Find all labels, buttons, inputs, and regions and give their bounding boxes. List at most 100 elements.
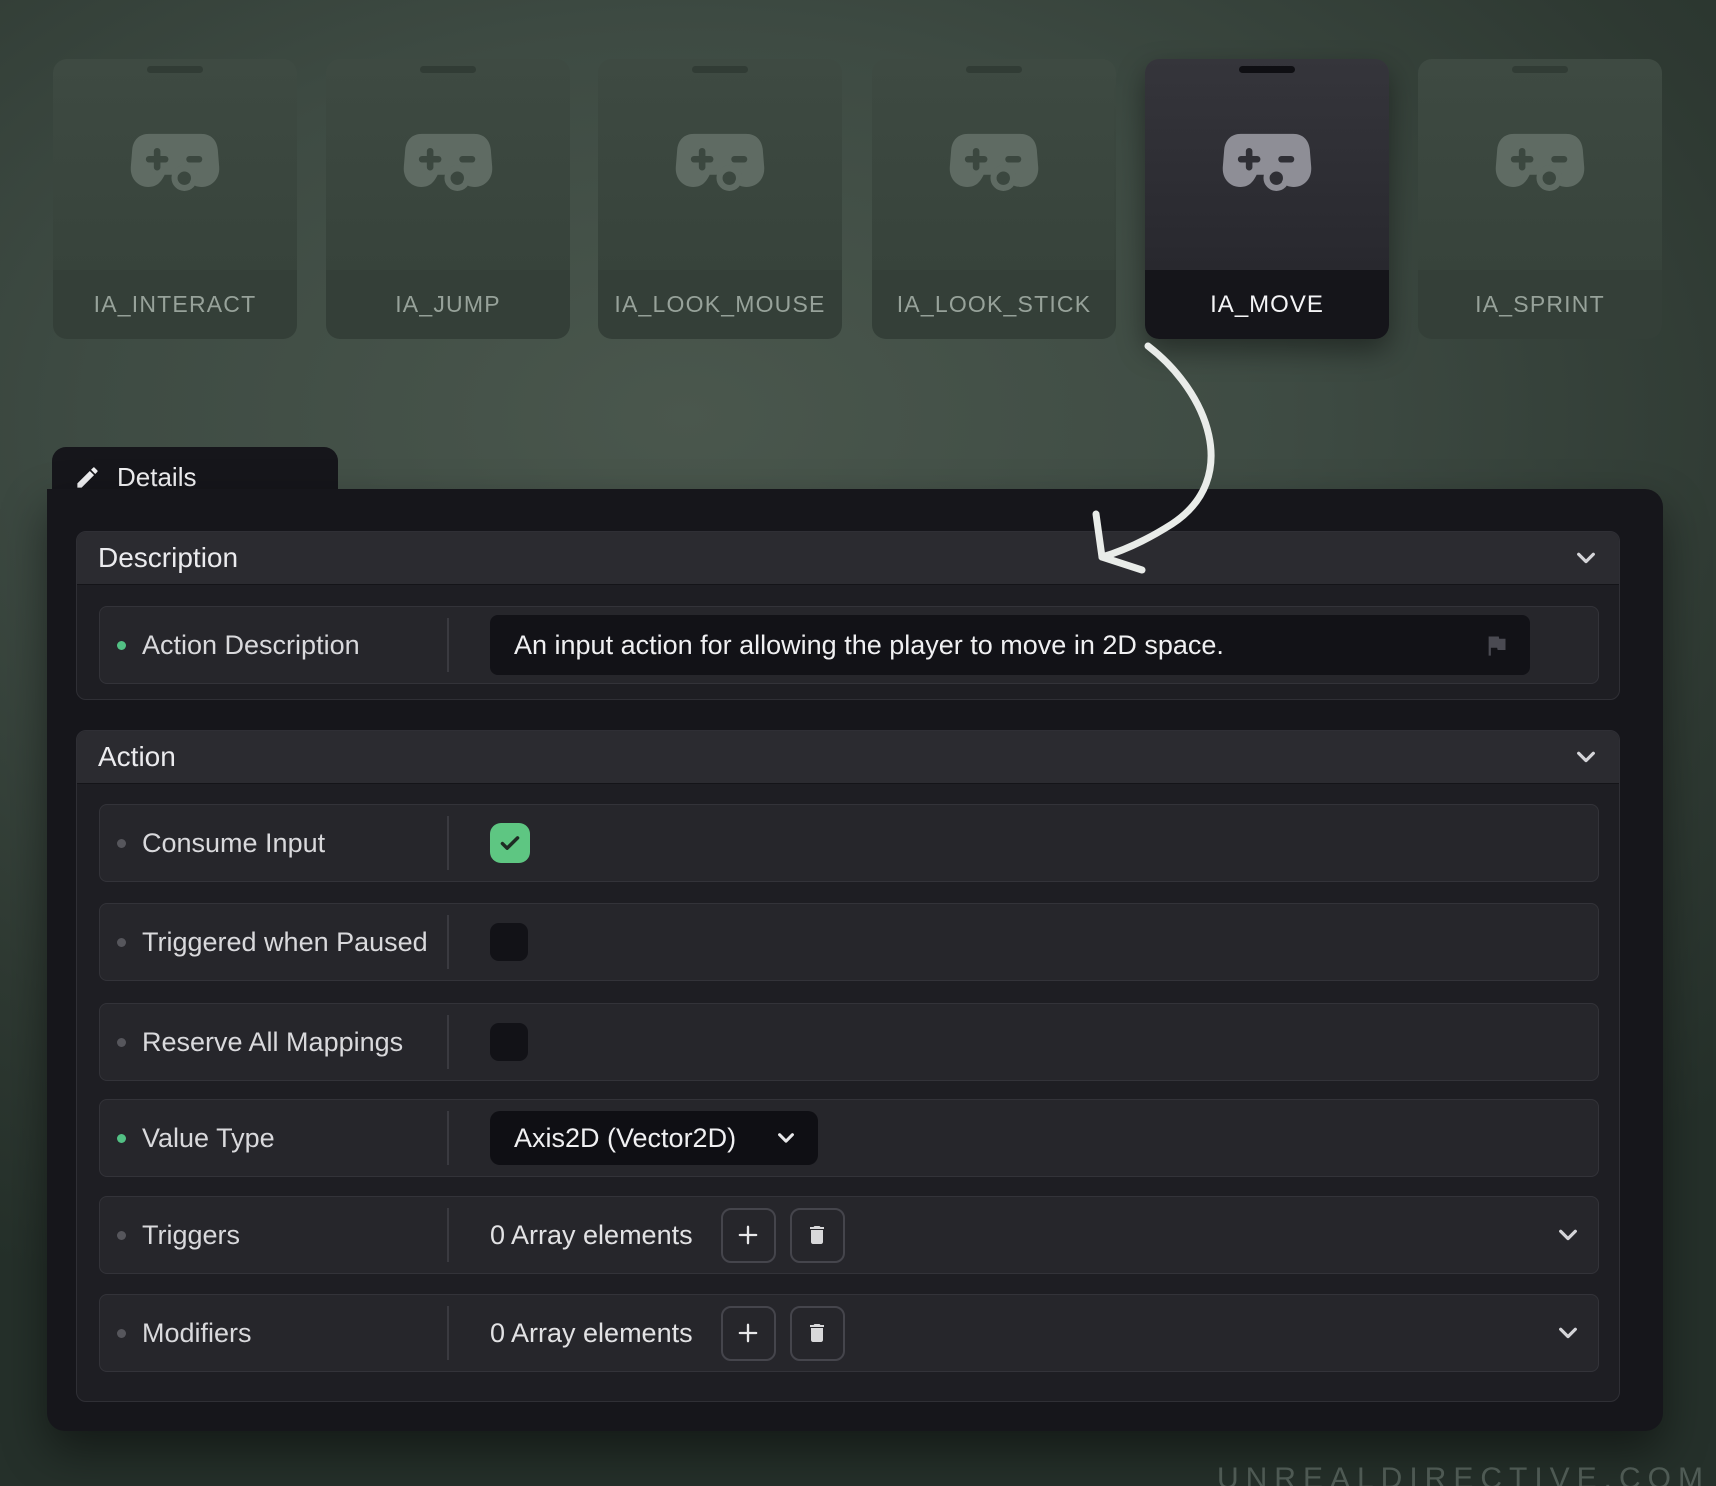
details-tab-label: Details (117, 462, 196, 493)
property-label: Reserve All Mappings (100, 1027, 447, 1058)
property-value (449, 923, 1598, 961)
plus-icon (734, 1319, 762, 1347)
property-label: Triggered when Paused (100, 927, 447, 958)
modifiers-row: Modifiers 0 Array elements (99, 1294, 1599, 1372)
property-label-text: Value Type (142, 1123, 275, 1154)
triggered-when-paused-checkbox[interactable] (490, 923, 528, 961)
value-type-row: Value Type Axis2D (Vector2D) (99, 1099, 1599, 1177)
asset-type-dash (1512, 66, 1568, 73)
property-dot (117, 839, 126, 848)
asset-thumbnail (1418, 59, 1662, 270)
asset-card-ia-look-stick[interactable]: IA_LOOK_STICK (872, 59, 1116, 339)
property-label: Value Type (100, 1123, 447, 1154)
property-dot (117, 1038, 126, 1047)
triggers-row: Triggers 0 Array elements (99, 1196, 1599, 1274)
section-title: Action (98, 741, 176, 773)
property-label-text: Triggers (142, 1220, 240, 1251)
asset-card-ia-sprint[interactable]: IA_SPRINT (1418, 59, 1662, 339)
property-label-text: Consume Input (142, 828, 325, 859)
property-value: Axis2D (Vector2D) (449, 1111, 1598, 1165)
action-description-row: Action Description An input action for a… (99, 606, 1599, 684)
chevron-down-icon[interactable] (1552, 1317, 1584, 1349)
plus-icon (734, 1221, 762, 1249)
asset-name: IA_SPRINT (1475, 291, 1605, 318)
asset-label-bar: IA_SPRINT (1418, 270, 1662, 339)
property-label: Action Description (100, 630, 447, 661)
action-section: Action Consume Input (76, 730, 1620, 1402)
action-description-input[interactable]: An input action for allowing the player … (490, 615, 1530, 675)
modified-dot (117, 641, 126, 650)
asset-type-dash (420, 66, 476, 73)
description-section: Description Action Description An input … (76, 531, 1620, 700)
property-value: An input action for allowing the player … (449, 615, 1598, 675)
asset-label-bar: IA_LOOK_MOUSE (598, 270, 842, 339)
modified-dot (117, 1134, 126, 1143)
asset-thumbnail (598, 59, 842, 270)
property-value (449, 823, 1598, 863)
chevron-down-icon[interactable] (1570, 741, 1602, 773)
asset-type-dash (1239, 66, 1295, 73)
asset-type-dash (692, 66, 748, 73)
watermark: UNREALDIRECTIVE.COM (1217, 1462, 1710, 1486)
asset-card-ia-jump[interactable]: IA_JUMP (326, 59, 570, 339)
value-type-dropdown[interactable]: Axis2D (Vector2D) (490, 1111, 818, 1165)
action-section-header[interactable]: Action (77, 731, 1619, 784)
asset-label-bar: IA_MOVE (1145, 270, 1389, 339)
asset-type-dash (147, 66, 203, 73)
gamepad-icon (401, 128, 495, 198)
property-label: Triggers (100, 1220, 447, 1251)
consume-input-row: Consume Input (99, 804, 1599, 882)
asset-label-bar: IA_INTERACT (53, 270, 297, 339)
property-label: Modifiers (100, 1318, 447, 1349)
property-value: 0 Array elements (449, 1306, 1598, 1361)
reserve-all-mappings-checkbox[interactable] (490, 1023, 528, 1061)
value-type-selected: Axis2D (Vector2D) (514, 1123, 736, 1154)
chevron-down-icon[interactable] (1570, 542, 1602, 574)
asset-card-ia-look-mouse[interactable]: IA_LOOK_MOUSE (598, 59, 842, 339)
description-section-header[interactable]: Description (77, 532, 1619, 585)
asset-thumbnail (53, 59, 297, 270)
asset-card-ia-move-selected[interactable]: IA_MOVE (1145, 59, 1389, 339)
reserve-all-mappings-row: Reserve All Mappings (99, 1003, 1599, 1081)
section-title: Description (98, 542, 238, 574)
property-label: Consume Input (100, 828, 447, 859)
asset-name: IA_MOVE (1210, 291, 1324, 319)
trash-icon (805, 1321, 829, 1345)
asset-label-bar: IA_LOOK_STICK (872, 270, 1116, 339)
property-label-text: Action Description (142, 630, 360, 661)
pencil-icon (74, 464, 101, 491)
asset-name: IA_JUMP (395, 291, 501, 318)
triggered-when-paused-row: Triggered when Paused (99, 903, 1599, 981)
asset-type-dash (966, 66, 1022, 73)
gamepad-icon (673, 128, 767, 198)
asset-thumbnail (872, 59, 1116, 270)
asset-thumbnail (326, 59, 570, 270)
asset-label-bar: IA_JUMP (326, 270, 570, 339)
gamepad-icon (1493, 128, 1587, 198)
gamepad-icon (947, 128, 1041, 198)
check-icon (497, 830, 523, 856)
clear-array-button[interactable] (790, 1208, 845, 1263)
gamepad-icon (128, 128, 222, 198)
flag-icon[interactable] (1483, 632, 1510, 659)
property-value: 0 Array elements (449, 1208, 1598, 1263)
property-value (449, 1023, 1598, 1061)
asset-name: IA_INTERACT (94, 291, 257, 318)
chevron-down-icon[interactable] (1552, 1219, 1584, 1251)
asset-name: IA_LOOK_MOUSE (614, 291, 825, 318)
details-panel: Description Action Description An input … (47, 489, 1663, 1431)
action-description-value: An input action for allowing the player … (514, 630, 1224, 661)
array-count: 0 Array elements (490, 1220, 693, 1251)
property-label-text: Modifiers (142, 1318, 252, 1349)
screenshot-root: IA_INTERACT IA_JUMP (0, 0, 1716, 1486)
consume-input-checkbox[interactable] (490, 823, 530, 863)
clear-array-button[interactable] (790, 1306, 845, 1361)
asset-card-ia-interact[interactable]: IA_INTERACT (53, 59, 297, 339)
add-array-element-button[interactable] (721, 1306, 776, 1361)
array-count: 0 Array elements (490, 1318, 693, 1349)
add-array-element-button[interactable] (721, 1208, 776, 1263)
property-label-text: Reserve All Mappings (142, 1027, 403, 1058)
gamepad-icon (1220, 128, 1314, 198)
property-dot (117, 1231, 126, 1240)
property-dot (117, 938, 126, 947)
